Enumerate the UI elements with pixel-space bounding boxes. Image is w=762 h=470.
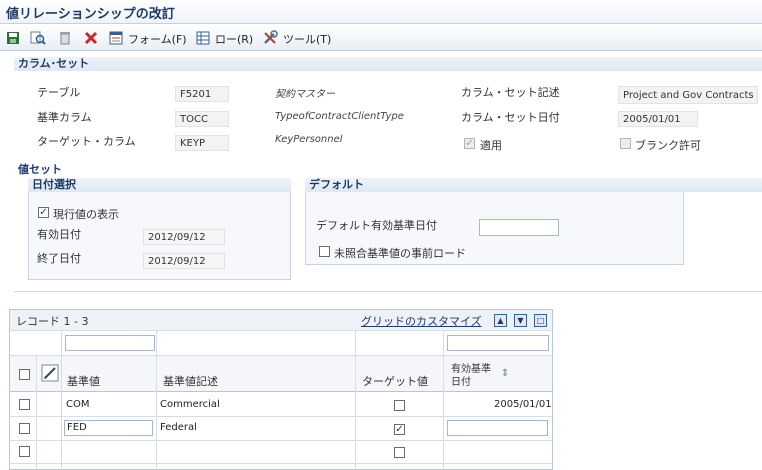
column-set-desc-label: カラム・セット記述 <box>461 86 560 99</box>
records-count: レコード 1 - 3 <box>16 315 89 328</box>
col-target-value[interactable]: ターゲット値 <box>362 373 428 389</box>
grid-col-line <box>61 330 62 470</box>
close-icon[interactable] <box>83 30 99 46</box>
column-set-header: カラム･セット <box>14 57 762 71</box>
default-effective-date-label: デフォルト有効基準日付 <box>316 219 437 232</box>
date-select-title: 日付選択 <box>28 178 291 192</box>
grid-maximize-button[interactable]: □ <box>534 314 547 327</box>
show-current-label: 現行値の表示 <box>53 208 119 221</box>
target-column-description: KeyPersonnel <box>275 134 343 145</box>
preload-label: 未照合基準値の事前ロード <box>334 247 466 260</box>
trash-icon[interactable] <box>57 30 73 46</box>
tools-menu-icon[interactable] <box>262 30 278 46</box>
base-column-field: TOCC <box>175 111 229 127</box>
row-base-value: FED <box>67 422 87 433</box>
defaults-title: デフォルト <box>305 178 762 192</box>
form-menu-icon[interactable] <box>108 30 124 46</box>
row-target-checkbox[interactable]: ✓ <box>394 424 405 435</box>
sort-icon[interactable]: ⇕ <box>501 368 509 379</box>
row-menu-icon[interactable] <box>195 30 211 46</box>
preload-checkbox[interactable] <box>319 246 330 257</box>
grid-col-line <box>355 330 356 470</box>
grid-export-button[interactable]: ▲ <box>494 314 507 327</box>
base-column-label: 基準カラム <box>37 111 92 124</box>
apply-checkbox[interactable]: ✓ <box>464 138 475 149</box>
customize-grid-link[interactable]: グリッドのカスタマイズ <box>361 313 482 329</box>
value-set-header: 値セット <box>18 163 62 176</box>
row-desc: Commercial <box>160 399 220 410</box>
target-column-field: KEYP <box>175 135 229 151</box>
col-effective-date-line2[interactable]: 日付 <box>451 373 471 388</box>
select-all-checkbox[interactable] <box>19 369 30 380</box>
find-icon[interactable] <box>30 30 46 46</box>
allow-blank-checkbox[interactable] <box>620 138 631 149</box>
target-column-label: ターゲット・カラム <box>37 135 136 148</box>
col-base-value-desc[interactable]: 基準値記述 <box>163 373 218 389</box>
page-title: 値リレーションシップの改訂 <box>6 7 175 22</box>
tools-menu-label[interactable]: ツール(T) <box>283 31 331 47</box>
grid-import-button[interactable]: ▼ <box>514 314 527 327</box>
end-date-field[interactable]: 2012/09/12 <box>143 253 225 269</box>
apply-label: 適用 <box>480 139 502 152</box>
row-select-checkbox[interactable] <box>19 423 30 434</box>
row-target-checkbox[interactable] <box>394 400 405 411</box>
row-base-value-input[interactable]: FED <box>64 420 153 436</box>
table-label: テーブル <box>37 86 81 99</box>
column-set-date-field: 2005/01/01 <box>618 111 698 127</box>
base-column-description: TypeofContractClientType <box>275 111 404 122</box>
row-effective-date[interactable]: 2005/01/01 <box>494 399 552 410</box>
column-set-desc-field: Project and Gov Contracts <box>618 86 758 104</box>
save-icon[interactable] <box>5 30 21 46</box>
row-select-checkbox[interactable] <box>19 399 30 410</box>
row-effective-date-input[interactable] <box>447 420 548 436</box>
row-select-checkbox[interactable] <box>19 446 30 457</box>
show-current-checkbox[interactable]: ✓ <box>38 207 49 218</box>
base-value-filter[interactable] <box>65 335 155 351</box>
column-set-date-label: カラム・セット日付 <box>461 111 560 124</box>
allow-blank-label: ブランク許可 <box>635 139 701 152</box>
row-desc: Federal <box>160 422 197 433</box>
grid-line <box>10 440 552 441</box>
row-target-checkbox[interactable] <box>394 447 405 458</box>
default-effective-date-input[interactable] <box>479 219 559 236</box>
grid-line <box>10 391 552 392</box>
edit-row-icon <box>41 364 59 385</box>
grid-line <box>10 330 552 331</box>
end-date-label: 終了日付 <box>37 252 81 265</box>
grid-line <box>10 463 552 464</box>
row-menu-label[interactable]: ロー(R) <box>215 31 253 47</box>
row-base-value[interactable]: COM <box>66 399 89 410</box>
table-description: 契約マスター <box>275 89 335 100</box>
effective-date-field[interactable]: 2012/09/12 <box>143 229 225 245</box>
divider <box>14 291 762 292</box>
grid-col-line <box>443 330 444 470</box>
grid-col-line <box>36 356 37 470</box>
grid-col-line <box>156 330 157 470</box>
table-field: F5201 <box>175 86 229 102</box>
effective-date-filter[interactable] <box>447 335 549 351</box>
form-menu-label[interactable]: フォーム(F) <box>128 31 187 47</box>
grid-line <box>10 416 552 417</box>
col-base-value[interactable]: 基準値 <box>67 373 100 389</box>
effective-date-label: 有効日付 <box>37 228 81 241</box>
